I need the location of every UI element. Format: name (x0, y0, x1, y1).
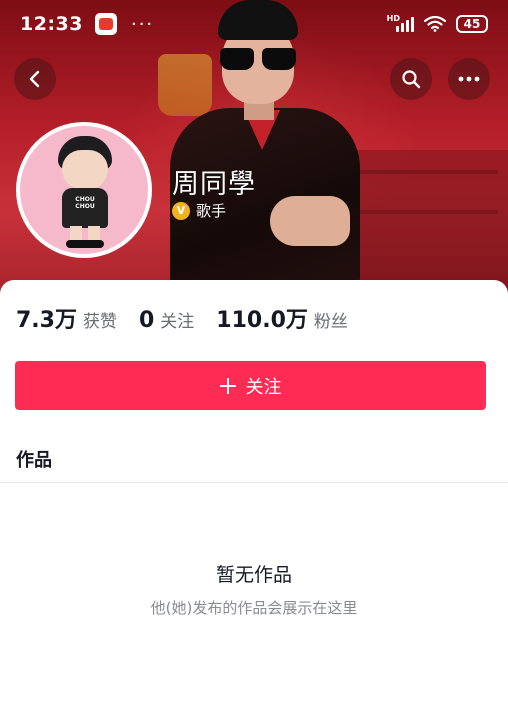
plus-icon (219, 377, 236, 394)
empty-state-title: 暂无作品 (215, 564, 292, 586)
chevron-left-icon (29, 70, 40, 88)
stat-followers[interactable]: 110.0万 粉丝 (216, 302, 348, 334)
avatar-image: CHOU CHOU (20, 126, 148, 254)
verified-badge-icon: V (172, 201, 190, 220)
search-icon (402, 70, 421, 89)
stat-likes[interactable]: 7.3万 获赞 (16, 302, 117, 334)
stat-following-label: 关注 (160, 312, 195, 332)
stat-following-value: 0 (138, 308, 155, 333)
more-button[interactable] (448, 58, 490, 100)
profile-name: 周同學 (172, 169, 256, 200)
stat-likes-label: 获赞 (82, 312, 117, 332)
wifi-icon (424, 16, 446, 32)
status-more-dots: ··· (130, 13, 155, 35)
profile-card: 7.3万 获赞 0 关注 110.0万 粉丝 关注 作品 暂无作品 他(她)发布… (0, 280, 508, 720)
search-button[interactable] (390, 58, 432, 100)
avatar-shirt-text: CHOU CHOU (75, 196, 95, 210)
follow-button[interactable]: 关注 (15, 361, 486, 410)
stat-followers-value: 110.0万 (216, 308, 308, 333)
status-bar: 12:33 ··· HD 45 (0, 0, 508, 48)
status-time: 12:33 (20, 13, 83, 35)
stat-likes-value: 7.3万 (16, 308, 77, 333)
stat-following[interactable]: 0 关注 (139, 307, 194, 333)
avatar[interactable]: CHOU CHOU (16, 122, 152, 258)
tab-works[interactable]: 作品 (16, 446, 52, 472)
battery-indicator: 45 (456, 15, 488, 33)
app-notification-icon (94, 13, 117, 35)
verification-row: V 歌手 (172, 200, 226, 221)
more-horizontal-icon (458, 76, 480, 82)
profile-stats: 7.3万 获赞 0 关注 110.0万 粉丝 (16, 302, 370, 334)
divider (0, 482, 508, 483)
back-button[interactable] (14, 58, 56, 100)
follow-button-label: 关注 (245, 376, 282, 398)
verification-tag: 歌手 (196, 202, 227, 220)
empty-state-subtitle: 他(她)发布的作品会展示在这里 (150, 599, 358, 617)
hd-label: HD (386, 14, 400, 23)
stat-followers-label: 粉丝 (313, 312, 348, 332)
status-indicators: HD 45 (387, 14, 488, 33)
